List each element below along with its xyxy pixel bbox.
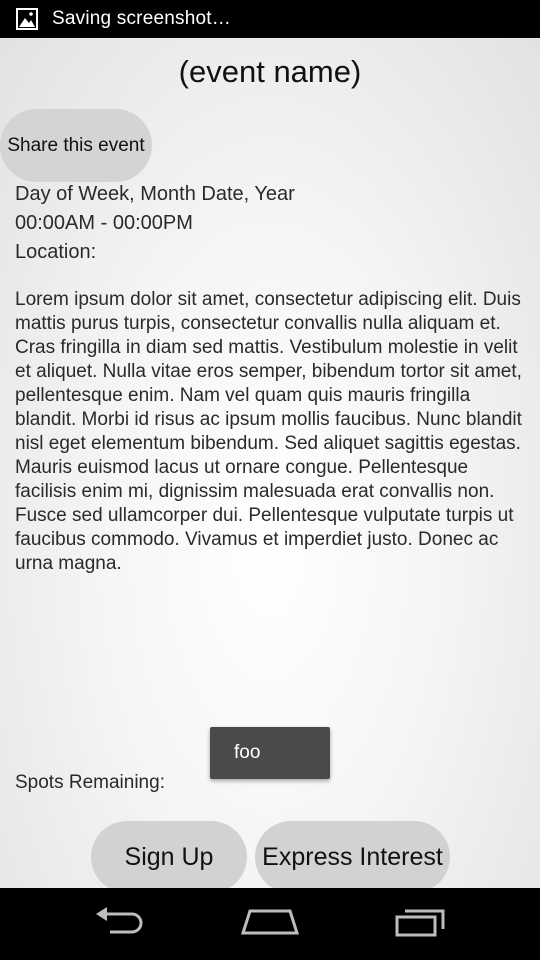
sign-up-button[interactable]: Sign Up bbox=[91, 821, 247, 893]
event-detail-screen: (event name) Share this event Day of Wee… bbox=[0, 38, 540, 893]
spots-remaining-label: Spots Remaining: bbox=[15, 772, 165, 793]
status-notification-text: Saving screenshot… bbox=[52, 8, 231, 29]
image-icon bbox=[15, 7, 39, 31]
home-icon bbox=[240, 907, 300, 942]
toast-message: foo bbox=[210, 727, 330, 779]
event-date: Day of Week, Month Date, Year bbox=[15, 183, 295, 205]
navigation-bar bbox=[0, 888, 540, 960]
express-interest-button[interactable]: Express Interest bbox=[255, 821, 450, 893]
event-location-label: Location: bbox=[15, 241, 97, 263]
event-description: Lorem ipsum dolor sit amet, consectetur … bbox=[15, 289, 522, 574]
event-time: 00:00AM - 00:00PM bbox=[15, 212, 193, 234]
status-bar: Saving screenshot… bbox=[0, 0, 540, 38]
recents-icon bbox=[393, 907, 449, 942]
event-title: (event name) bbox=[178, 54, 362, 89]
home-button[interactable] bbox=[215, 888, 325, 960]
back-icon bbox=[92, 906, 148, 943]
share-event-button[interactable]: Share this event bbox=[0, 109, 152, 182]
back-button[interactable] bbox=[65, 888, 175, 960]
recents-button[interactable] bbox=[366, 888, 476, 960]
